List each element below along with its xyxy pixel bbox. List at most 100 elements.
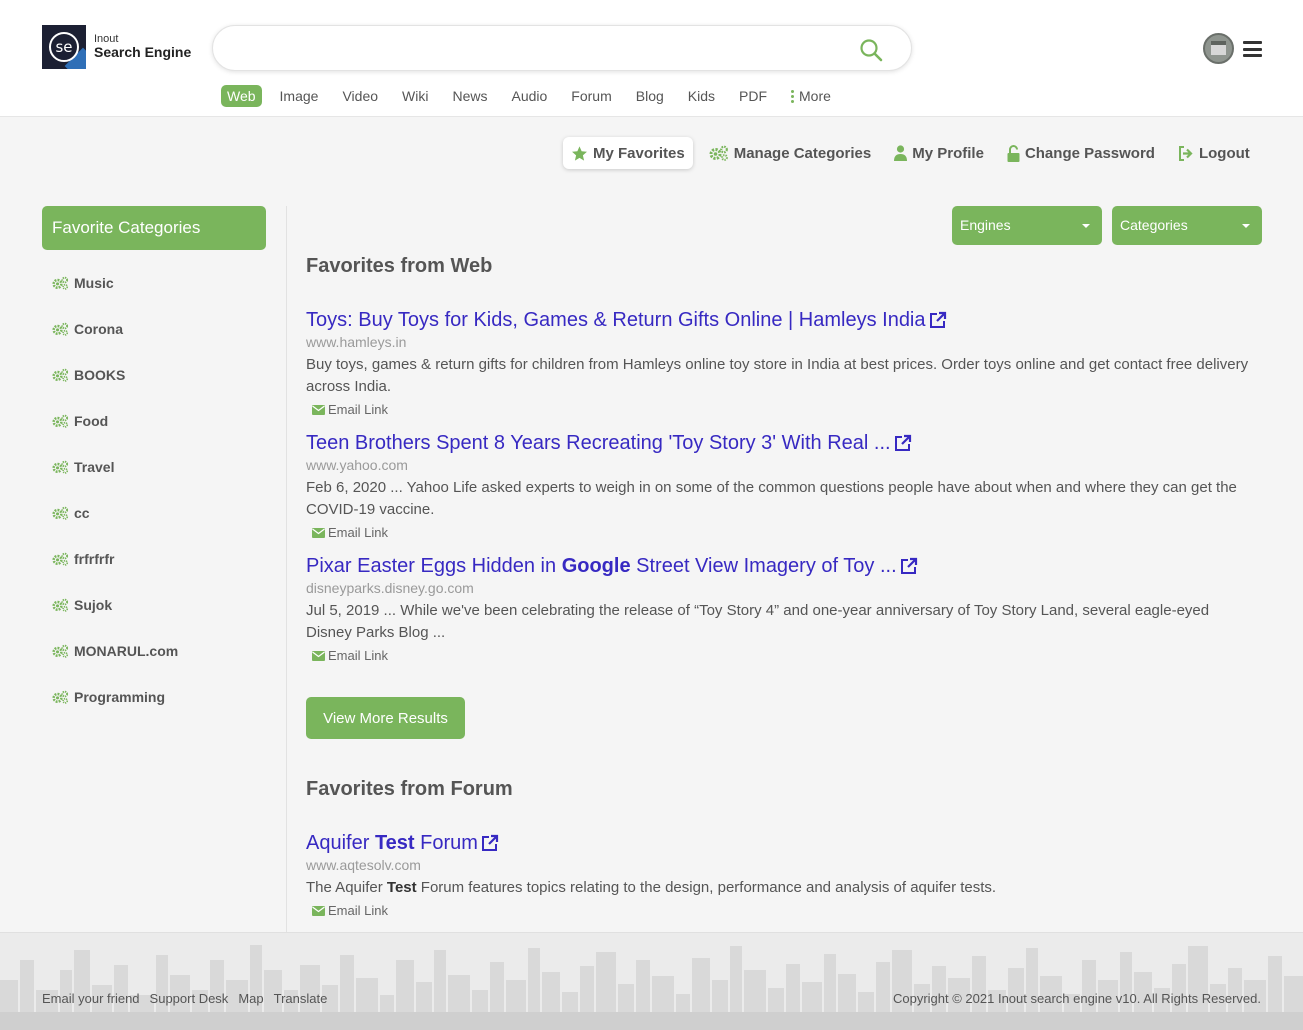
view-more-results-button[interactable]: View More Results [306,697,465,739]
category-item[interactable]: Corona [42,306,266,352]
result-title-text: Toys: Buy Toys for Kids, Games & Return … [306,309,926,331]
category-item[interactable]: cc [42,490,266,536]
logout-icon [1178,145,1193,161]
manage-categories-label: Manage Categories [733,144,872,162]
footer-link-translate[interactable]: Translate [274,991,328,1006]
category-item[interactable]: Travel [42,444,266,490]
user-icon [894,145,908,161]
gears-icon [709,145,728,161]
email-link[interactable]: Email Link [312,902,1256,920]
star-icon [572,145,587,161]
category-item[interactable]: Music [42,260,266,306]
categories-dropdown[interactable]: Categories [1112,206,1262,245]
footer-link-support-desk[interactable]: Support Desk [150,991,229,1006]
footer-link-map[interactable]: Map [238,991,263,1006]
gears-icon [52,690,69,704]
engines-dropdown[interactable]: Engines [952,206,1102,245]
city-skyline-illustration [0,945,1303,1030]
category-item[interactable]: frfrfrfr [42,536,266,582]
gears-icon [52,506,69,520]
category-label: Corona [74,321,123,337]
result-item: Teen Brothers Spent 8 Years Recreating '… [306,431,1256,542]
hamburger-menu-icon[interactable] [1243,41,1262,57]
external-link-icon [900,557,917,574]
tab-more[interactable]: More [785,85,837,107]
tab-news[interactable]: News [446,85,493,107]
logout-link[interactable]: Logout [1178,137,1250,169]
category-label: BOOKS [74,367,126,383]
tab-audio[interactable]: Audio [505,85,553,107]
logo[interactable]: se Inout Search Engine [42,25,191,69]
envelope-icon [312,651,325,661]
tab-forum[interactable]: Forum [565,85,617,107]
category-label: cc [74,505,90,521]
gears-icon [52,552,69,566]
gears-icon [52,322,69,336]
external-link-icon [929,311,946,328]
email-link[interactable]: Email Link [312,647,1256,665]
my-favorites-label: My Favorites [593,144,685,162]
gears-icon [52,276,69,290]
result-url: www.aqtesolv.com [306,857,421,873]
web-section-title: Favorites from Web [306,255,493,277]
result-description: Buy toys, games & return gifts for child… [306,356,1249,395]
result-title-link[interactable]: Teen Brothers Spent 8 Years Recreating '… [306,431,1256,455]
sidebar-title: Favorite Categories [42,206,266,250]
category-label: MONARUL.com [74,643,179,659]
category-item[interactable]: BOOKS [42,352,266,398]
logo-mark-text: se [49,32,79,62]
result-title-text: Pixar Easter Eggs Hidden in Google Stree… [306,555,897,577]
my-favorites-link[interactable]: My Favorites [563,137,693,169]
category-label: Programming [74,689,166,705]
email-link-label: Email Link [328,525,388,540]
result-url: www.hamleys.in [306,334,407,350]
envelope-icon [312,906,325,916]
my-profile-link[interactable]: My Profile [894,137,984,169]
category-label: Sujok [74,597,113,613]
tab-blog[interactable]: Blog [630,85,670,107]
category-item[interactable]: Programming [42,674,266,720]
category-item[interactable]: Food [42,398,266,444]
result-title-text: Teen Brothers Spent 8 Years Recreating '… [306,432,891,454]
avatar[interactable] [1203,33,1234,64]
category-item[interactable]: Sujok [42,582,266,628]
tab-wiki[interactable]: Wiki [396,85,434,107]
result-title-link[interactable]: Pixar Easter Eggs Hidden in Google Stree… [306,554,1256,578]
favorite-categories-sidebar: Favorite Categories Music Corona BOOKS F… [42,206,266,720]
category-label: Food [74,413,109,429]
category-list: Music Corona BOOKS Food Travel cc frfrfr… [42,260,266,720]
search-icon[interactable] [859,38,883,62]
header: se Inout Search Engine Web Image Video W… [0,0,1303,117]
tab-image[interactable]: Image [274,85,325,107]
category-label: Music [74,275,114,291]
external-link-icon [481,834,499,851]
tab-more-label: More [799,88,831,104]
result-description: Jul 5, 2019 ... While we've been celebra… [306,602,1210,641]
tab-web[interactable]: Web [221,85,262,107]
email-link-label: Email Link [328,402,388,417]
tab-video[interactable]: Video [336,85,384,107]
change-password-link[interactable]: Change Password [1007,137,1155,169]
envelope-icon [312,528,325,538]
gears-icon [52,368,69,382]
manage-categories-link[interactable]: Manage Categories [709,137,872,169]
change-password-label: Change Password [1024,144,1155,162]
tab-pdf[interactable]: PDF [733,85,773,107]
category-item[interactable]: MONARUL.com [42,628,266,674]
logo-big-text: Search Engine [94,44,192,61]
tab-kids[interactable]: Kids [682,85,721,107]
filter-selects: Engines Categories [952,206,1262,245]
footer-link-email-friend[interactable]: Email your friend [42,991,140,1006]
footer-links: Email your friend Support Desk Map Trans… [42,991,337,1006]
result-item: Aquifer Test Forum www.aqtesolv.com The … [306,831,1256,920]
external-link-icon [894,434,911,451]
email-link[interactable]: Email Link [312,524,1256,542]
forum-section-title: Favorites from Forum [306,778,513,800]
search-input[interactable] [231,34,851,62]
gears-icon [52,414,69,428]
logo-mark: se [42,25,86,69]
result-title-link[interactable]: Toys: Buy Toys for Kids, Games & Return … [306,308,1256,332]
result-title-link[interactable]: Aquifer Test Forum [306,831,1256,855]
gears-icon [52,598,69,612]
email-link[interactable]: Email Link [312,401,1256,419]
